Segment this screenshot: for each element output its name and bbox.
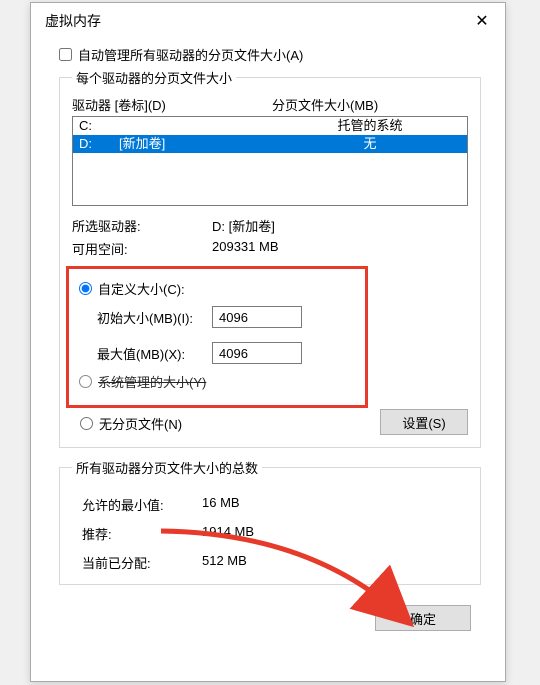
- no-pagefile-radio[interactable]: [80, 417, 93, 430]
- totals-fieldset: 所有驱动器分页文件大小的总数 允许的最小值: 16 MB 推荐: 1914 MB…: [59, 458, 481, 585]
- cur-label: 当前已分配:: [82, 553, 202, 572]
- selected-drive-label: 所选驱动器:: [72, 216, 212, 235]
- system-managed-radio[interactable]: [79, 375, 92, 388]
- free-space-value: 209331 MB: [212, 239, 279, 258]
- ok-button[interactable]: 确定: [375, 605, 471, 631]
- system-managed-radio-row[interactable]: 系统管理的大小(Y): [79, 372, 355, 391]
- per-drive-legend: 每个驱动器的分页文件大小: [72, 68, 236, 87]
- initial-size-row: 初始大小(MB)(I):: [97, 306, 355, 328]
- custom-size-radio-row[interactable]: 自定义大小(C):: [79, 279, 355, 298]
- system-managed-label: 系统管理的大小(Y): [98, 372, 206, 391]
- max-size-label: 最大值(MB)(X):: [97, 344, 212, 363]
- initial-size-input[interactable]: [212, 306, 302, 328]
- titlebar: 虚拟内存 ✕: [31, 3, 505, 39]
- custom-size-highlight: 自定义大小(C): 初始大小(MB)(I): 最大值(MB)(X): 系统管理的…: [66, 266, 368, 408]
- dialog-title: 虚拟内存: [45, 11, 101, 31]
- max-size-input[interactable]: [212, 342, 302, 364]
- custom-size-radio[interactable]: [79, 282, 92, 295]
- per-drive-fieldset: 每个驱动器的分页文件大小 驱动器 [卷标](D) 分页文件大小(MB) C: 托…: [59, 68, 481, 448]
- drive-letter: C:: [79, 117, 119, 135]
- drive-letter: D:: [79, 135, 119, 153]
- drive-pagefile: 托管的系统: [279, 117, 461, 135]
- cur-row: 当前已分配: 512 MB: [72, 553, 468, 572]
- drive-list-headers: 驱动器 [卷标](D) 分页文件大小(MB): [72, 95, 468, 114]
- rec-value: 1914 MB: [202, 524, 254, 543]
- virtual-memory-dialog: 虚拟内存 ✕ 自动管理所有驱动器的分页文件大小(A) 每个驱动器的分页文件大小 …: [30, 2, 506, 682]
- col-pagefile: 分页文件大小(MB): [272, 95, 378, 114]
- selected-drive-value: D: [新加卷]: [212, 216, 275, 235]
- rec-row: 推荐: 1914 MB: [72, 524, 468, 543]
- free-space-row: 可用空间: 209331 MB: [72, 239, 468, 258]
- cur-value: 512 MB: [202, 553, 247, 572]
- drive-row[interactable]: C: 托管的系统: [73, 117, 467, 135]
- custom-size-label: 自定义大小(C):: [98, 279, 185, 298]
- drive-label: [119, 117, 279, 135]
- drive-label: [新加卷]: [119, 135, 279, 153]
- min-label: 允许的最小值:: [82, 495, 202, 514]
- min-value: 16 MB: [202, 495, 240, 514]
- min-row: 允许的最小值: 16 MB: [72, 495, 468, 514]
- drive-row[interactable]: D: [新加卷] 无: [73, 135, 467, 153]
- drive-list[interactable]: C: 托管的系统 D: [新加卷] 无: [72, 116, 468, 206]
- col-drive: 驱动器 [卷标](D): [72, 95, 272, 114]
- selected-drive-row: 所选驱动器: D: [新加卷]: [72, 216, 468, 235]
- free-space-label: 可用空间:: [72, 239, 212, 258]
- set-button[interactable]: 设置(S): [380, 409, 468, 435]
- drive-pagefile: 无: [279, 135, 461, 153]
- auto-manage-label: 自动管理所有驱动器的分页文件大小(A): [78, 45, 303, 64]
- close-button[interactable]: ✕: [459, 3, 505, 39]
- totals-legend: 所有驱动器分页文件大小的总数: [72, 458, 262, 477]
- initial-size-label: 初始大小(MB)(I):: [97, 308, 212, 327]
- no-pagefile-label: 无分页文件(N): [99, 414, 182, 433]
- auto-manage-checkbox[interactable]: [59, 48, 72, 61]
- auto-manage-checkbox-row[interactable]: 自动管理所有驱动器的分页文件大小(A): [59, 45, 481, 64]
- rec-label: 推荐:: [82, 524, 202, 543]
- close-icon: ✕: [475, 11, 488, 31]
- max-size-row: 最大值(MB)(X):: [97, 342, 355, 364]
